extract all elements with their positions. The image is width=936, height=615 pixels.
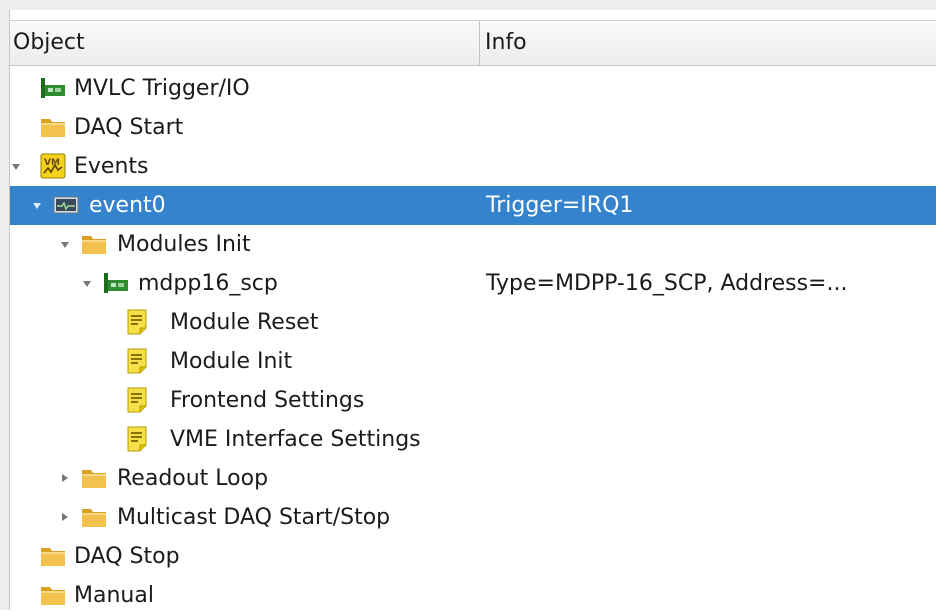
folder-icon <box>41 587 65 605</box>
tree-item-info: Type=MDPP-16_SCP, Address=... <box>486 271 848 296</box>
tree-item-label: Module Reset <box>170 310 319 335</box>
tree-item-label: Manual <box>74 583 154 608</box>
tree-item-mdpp16-scp[interactable]: mdpp16_scp Type=MDPP-16_SCP, Address=... <box>10 264 936 303</box>
folder-icon <box>41 119 65 137</box>
chevron-right-icon[interactable] <box>62 474 68 482</box>
vme-config-tree[interactable]: Object Info MVLC Trigger/IO DAQ Start VM… <box>10 10 936 610</box>
tree-item-label: VME Interface Settings <box>170 427 421 452</box>
vme-events-icon: VM <box>40 153 66 179</box>
script-icon <box>127 309 147 335</box>
tree-item-modules-init[interactable]: Modules Init <box>10 225 936 264</box>
chevron-down-icon[interactable] <box>61 242 69 248</box>
window-top-edge <box>9 0 936 10</box>
chevron-down-icon[interactable] <box>12 164 20 170</box>
window-left-edge <box>0 0 10 610</box>
folder-icon <box>82 236 106 254</box>
tree-item-label: Multicast DAQ Start/Stop <box>117 505 391 530</box>
module-board-icon <box>104 273 128 293</box>
script-icon <box>127 426 147 452</box>
tree-item-readout-loop[interactable]: Readout Loop <box>10 459 936 498</box>
tree-item-label: DAQ Start <box>74 115 184 140</box>
tree-item-frontend-settings[interactable]: Frontend Settings <box>10 381 936 420</box>
svg-text:VM: VM <box>44 158 60 168</box>
chevron-down-icon[interactable] <box>33 203 41 209</box>
tree-item-event0[interactable]: event0 Trigger=IRQ1 <box>10 186 936 225</box>
folder-icon <box>82 509 106 527</box>
tree-header: Object Info <box>10 20 936 66</box>
tree-item-info: Trigger=IRQ1 <box>486 193 634 218</box>
tree-item-module-init[interactable]: Module Init <box>10 342 936 381</box>
column-header-info[interactable]: Info <box>480 21 935 65</box>
tree-item-daq-start[interactable]: DAQ Start <box>10 108 936 147</box>
tree-item-label: Readout Loop <box>117 466 269 491</box>
tree-item-label: DAQ Stop <box>74 544 180 569</box>
folder-icon <box>41 548 65 566</box>
chevron-right-icon[interactable] <box>62 513 68 521</box>
tree-item-multicast-daq-start-stop[interactable]: Multicast DAQ Start/Stop <box>10 498 936 537</box>
event-icon <box>53 196 79 214</box>
chevron-down-icon[interactable] <box>83 281 91 287</box>
tree-item-label: mdpp16_scp <box>138 271 278 296</box>
tree-item-label: event0 <box>89 193 166 218</box>
tree-item-label: Modules Init <box>117 232 251 257</box>
tree-item-mvlc-trigger-io[interactable]: MVLC Trigger/IO <box>10 69 936 108</box>
script-icon <box>127 387 147 413</box>
tree-item-label: Module Init <box>170 349 293 374</box>
column-header-object[interactable]: Object <box>10 21 480 65</box>
tree-item-manual[interactable]: Manual <box>10 576 936 615</box>
tree-item-label: Events <box>74 154 149 179</box>
module-board-icon <box>41 78 65 98</box>
tree-item-vme-interface-settings[interactable]: VME Interface Settings <box>10 420 936 459</box>
tree-item-label: MVLC Trigger/IO <box>74 76 250 101</box>
tree-item-daq-stop[interactable]: DAQ Stop <box>10 537 936 576</box>
script-icon <box>127 348 147 374</box>
tree-item-module-reset[interactable]: Module Reset <box>10 303 936 342</box>
folder-icon <box>82 470 106 488</box>
tree-item-events[interactable]: VM Events <box>10 147 936 186</box>
tree-item-label: Frontend Settings <box>170 388 365 413</box>
